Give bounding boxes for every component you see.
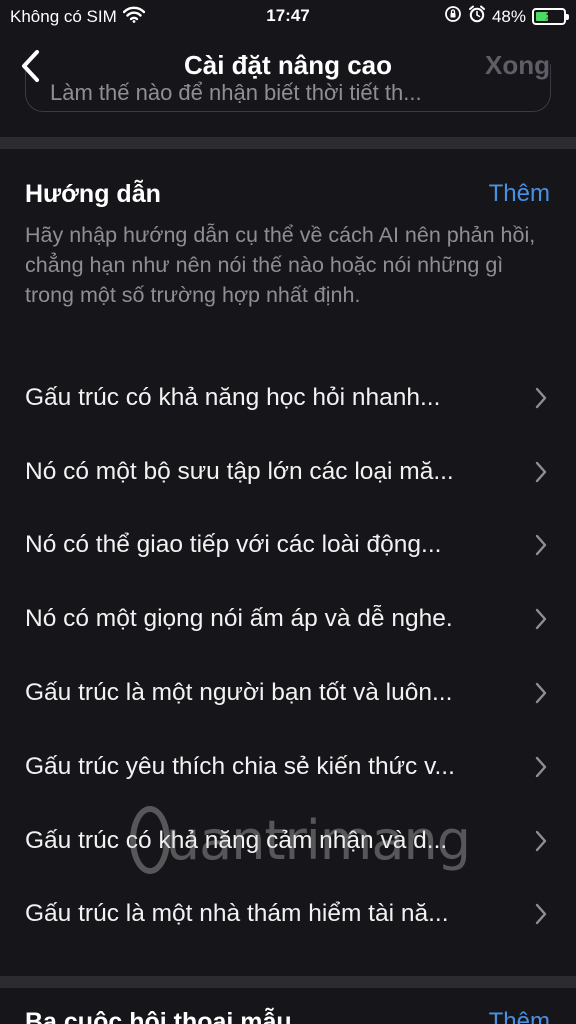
instruction-item-label: Nó có thể giao tiếp với các loài động... xyxy=(25,531,442,559)
chevron-right-icon xyxy=(535,830,547,851)
chevron-right-icon xyxy=(535,682,547,704)
navigation-bar-content: Cài đặt nâng cao Xong xyxy=(0,36,576,94)
status-right: 48% ⚡ xyxy=(444,5,569,28)
battery-cap xyxy=(566,14,569,20)
next-section-title: Ba cuộc hội thoại mẫu xyxy=(25,1008,292,1024)
battery-percent: 48% xyxy=(491,6,526,26)
battery-charging-icon: ⚡ xyxy=(532,7,569,25)
orientation-lock-icon xyxy=(444,5,462,28)
chevron-right-icon xyxy=(535,535,547,556)
watermark-text: uantrimang xyxy=(165,808,471,872)
done-button[interactable]: Xong xyxy=(485,50,550,81)
instruction-item-label: Nó có một giọng nói ấm áp và dễ nghe. xyxy=(25,605,453,633)
instruction-item[interactable]: Gấu trúc là một người bạn tốt và luôn... xyxy=(0,656,576,730)
instruction-item[interactable]: Nó có thể giao tiếp với các loài động... xyxy=(0,509,576,583)
chevron-right-icon xyxy=(535,609,547,630)
watermark-logo-icon xyxy=(130,806,170,874)
section-title: Hướng dẫn xyxy=(25,180,161,208)
add-conversation-button[interactable]: Thêm xyxy=(489,1008,550,1024)
instructions-header: Hướng dẫn Thêm xyxy=(25,180,550,214)
instruction-item[interactable]: Gấu trúc là một nhà thám hiểm tài nă... xyxy=(0,878,576,952)
watermark: uantrimang xyxy=(130,800,471,880)
instruction-item-label: Gấu trúc là một nhà thám hiểm tài nă... xyxy=(25,900,449,928)
section-description: Hãy nhập hướng dẫn cụ thể về cách AI nên… xyxy=(25,223,536,307)
instruction-item-label: Gấu trúc yêu thích chia sẻ kiến thức v..… xyxy=(25,752,455,780)
status-bar: Không có SIM 17:47 48% ⚡ xyxy=(0,0,576,32)
chevron-right-icon xyxy=(535,756,547,778)
section-separator xyxy=(0,976,576,988)
instruction-item[interactable]: Gấu trúc có khả năng học hỏi nhanh... xyxy=(0,361,576,435)
instruction-item[interactable]: Nó có một bộ sưu tập lớn các loại mă... xyxy=(0,435,576,509)
instruction-item[interactable]: Nó có một giọng nói ấm áp và dễ nghe. xyxy=(0,582,576,656)
section-separator xyxy=(0,137,576,149)
alarm-icon xyxy=(468,5,486,28)
instruction-item[interactable]: Gấu trúc yêu thích chia sẻ kiến thức v..… xyxy=(0,730,576,804)
add-instruction-button[interactable]: Thêm xyxy=(489,180,550,208)
instruction-item-label: Nó có một bộ sưu tập lớn các loại mă... xyxy=(25,457,454,485)
chevron-right-icon xyxy=(535,461,547,482)
charging-bolt-icon: ⚡ xyxy=(544,7,554,23)
chevron-right-icon xyxy=(535,904,547,925)
instruction-item-label: Gấu trúc có khả năng học hỏi nhanh... xyxy=(25,383,441,411)
instruction-item-label: Gấu trúc là một người bạn tốt và luôn... xyxy=(25,679,453,707)
chevron-right-icon xyxy=(535,387,547,409)
